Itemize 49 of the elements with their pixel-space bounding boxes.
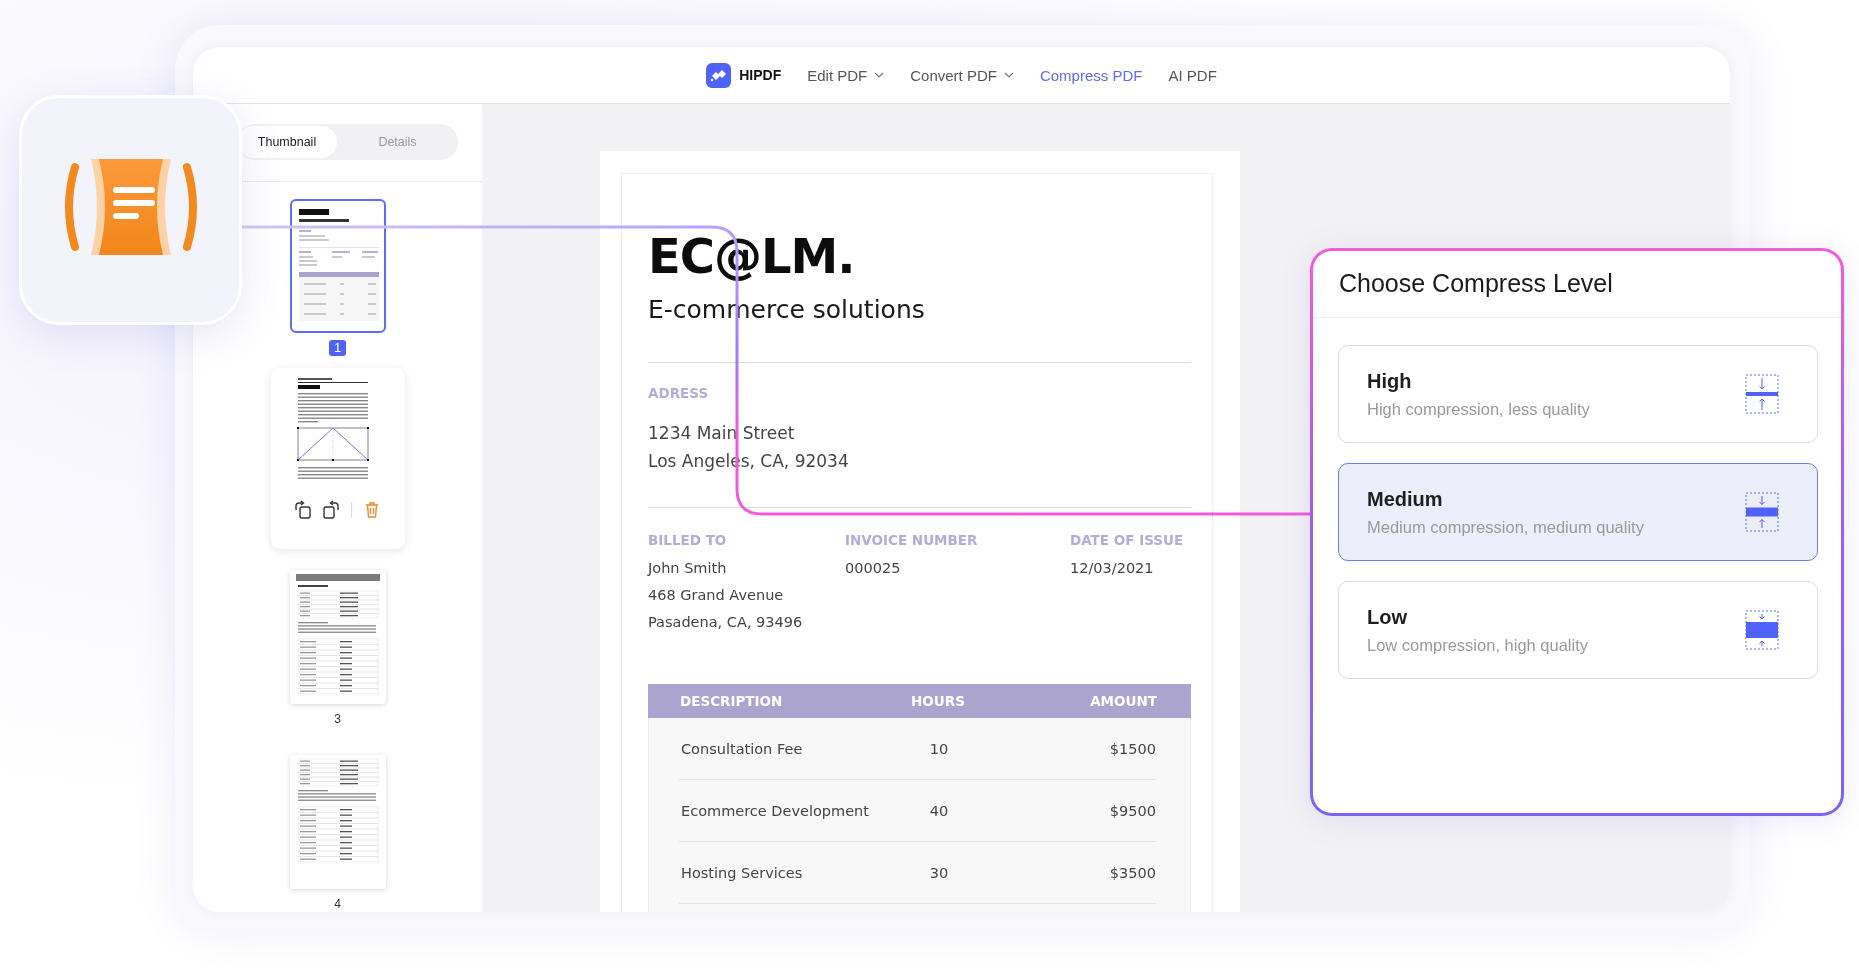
compression-level-icon [1745, 492, 1779, 532]
table-cell-text: $9500 [1108, 803, 1157, 819]
company-name: EC@LM. [648, 227, 856, 286]
page-number: 3 [334, 711, 341, 727]
option-name: High [1367, 369, 1413, 394]
table-cell-text: Hosting Services [680, 865, 804, 881]
option-name: Medium [1367, 487, 1444, 512]
column-header: AMOUNT [1089, 693, 1158, 709]
panel-title: Choose Compress Level [1313, 251, 1841, 318]
field-value: 000025 [845, 559, 902, 578]
page-thumbnail[interactable] [289, 199, 386, 333]
compression-level-icon [1745, 374, 1779, 414]
field-value: 12/03/2021 [1070, 559, 1155, 578]
option-name: Low [1367, 605, 1408, 630]
field-value: John Smith [648, 559, 728, 578]
table-cell-text: $1500 [1108, 741, 1157, 757]
page-number-badge: 1 [328, 340, 347, 356]
option-description: High compression, less quality [1367, 399, 1590, 420]
table-cell-text: 10 [928, 741, 950, 757]
field-value: 468 Grand Avenue [648, 586, 785, 605]
option-description: Low compression, high quality [1367, 635, 1589, 656]
address-label: ADRESS [648, 384, 710, 403]
nav-menu-item[interactable]: Edit PDF [807, 66, 885, 84]
table-cell-text: $3500 [1108, 865, 1157, 881]
brand-name: HIPDF [739, 67, 782, 83]
option-description: Medium compression, medium quality [1367, 517, 1644, 538]
column-header: DESCRIPTION [679, 693, 784, 709]
table-cell-text: Consultation Fee [680, 741, 804, 757]
page-number: 4 [334, 896, 341, 912]
compress-option[interactable]: Low Low compression, high quality [1338, 581, 1818, 679]
field-label: DATE OF ISSUE [1070, 531, 1185, 550]
table-cell-text: Ecommerce Development [680, 803, 870, 819]
address-line: 1234 Main Street [648, 422, 796, 445]
nav-menu-item[interactable]: Convert PDF [910, 66, 1014, 84]
column-header: HOURS [910, 693, 966, 709]
logo-icon [706, 62, 732, 88]
page-thumbnail[interactable] [289, 570, 386, 704]
nav-menu-item[interactable]: AI PDF [1168, 66, 1217, 84]
table-cell-text: 40 [928, 803, 950, 819]
company-tagline: E-commerce solutions [648, 294, 926, 326]
field-label: BILLED TO [648, 531, 728, 550]
compress-option[interactable]: High High compression, less quality [1338, 345, 1818, 443]
compression-level-icon [1745, 610, 1779, 650]
nav-menu-item[interactable]: Compress PDF [1039, 66, 1143, 84]
compress-option[interactable]: Medium Medium compression, medium quality [1338, 463, 1818, 561]
table-cell-text: 30 [928, 865, 950, 881]
page-thumbnail[interactable] [289, 755, 386, 889]
field-value: Pasadena, CA, 93496 [648, 613, 804, 632]
field-label: INVOICE NUMBER [845, 531, 979, 550]
